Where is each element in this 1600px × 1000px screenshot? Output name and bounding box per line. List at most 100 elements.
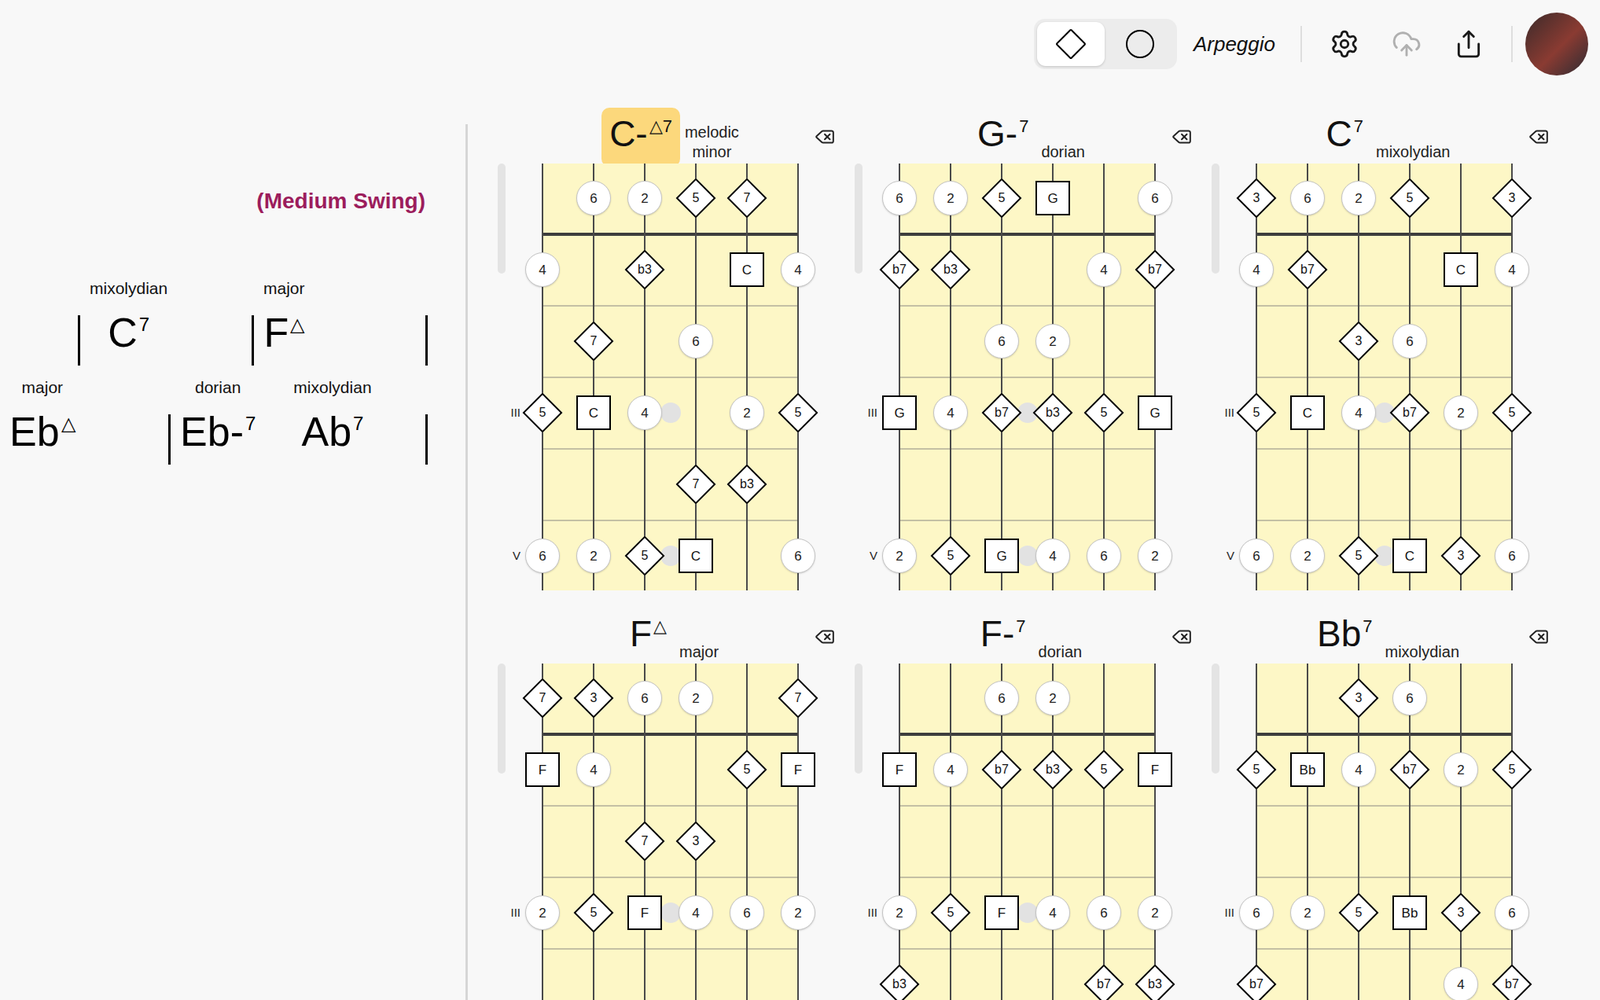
toolbar-button[interactable] — [1445, 20, 1493, 68]
string-line — [1460, 163, 1462, 591]
close-button[interactable] — [1524, 122, 1553, 151]
close-button[interactable] — [1167, 622, 1196, 652]
fret-line — [899, 948, 1155, 950]
diamond-marker: b7 — [984, 752, 1019, 788]
slide-dot — [1017, 902, 1038, 924]
scale-diagram: Bb7mixolydianIII365Bb4b725625Bb36b74b7 — [1211, 610, 1569, 1000]
slide-dot — [1017, 545, 1038, 567]
diamond-marker: b7 — [1494, 967, 1530, 1000]
circle-marker: 6 — [1494, 538, 1530, 574]
circle-marker: 4 — [627, 395, 663, 431]
string-line — [746, 663, 748, 1000]
scrollbar[interactable] — [1211, 163, 1220, 274]
diamond-marker: b7 — [1086, 967, 1122, 1000]
root-marker: C — [1392, 538, 1428, 574]
string-line — [1103, 163, 1105, 591]
circle-marker: 4 — [678, 895, 714, 931]
style-label: (Medium Swing) — [256, 187, 426, 216]
fret-label: III — [853, 904, 878, 921]
diamond-marker: 7 — [627, 823, 663, 859]
diamond-marker: b3 — [933, 252, 968, 287]
string-line — [695, 163, 697, 591]
fret-line — [542, 805, 799, 807]
circle-marker: 6 — [1239, 538, 1274, 574]
root-marker: G — [984, 538, 1019, 574]
close-button[interactable] — [1167, 122, 1196, 151]
chord-symbol: C-△7 — [609, 113, 673, 155]
root-marker: C — [678, 538, 714, 574]
string-line — [1103, 663, 1105, 1000]
close-button[interactable] — [810, 122, 839, 151]
circle-marker: 6 — [1392, 680, 1428, 716]
circle-marker: 4 — [1341, 395, 1376, 431]
string-line — [1051, 163, 1054, 591]
fret-line — [542, 448, 799, 450]
diamond-marker: b3 — [1035, 395, 1071, 431]
close-button[interactable] — [810, 622, 839, 652]
circle-marker: 6 — [1494, 895, 1530, 931]
string-line — [1511, 163, 1513, 591]
chord-symbol: C7 — [107, 310, 150, 363]
shape-toggle-button[interactable] — [1037, 22, 1105, 67]
diagram-title[interactable]: C-△7 — [601, 107, 681, 167]
fretboard: IIIV625G6b7b34b762G4b7b35G25G462 — [899, 163, 1155, 591]
circle-marker: 2 — [1290, 895, 1325, 931]
scrollbar[interactable] — [497, 163, 506, 274]
root-marker: F — [525, 752, 560, 788]
barline — [425, 414, 428, 465]
chart-chord[interactable]: majorEb△ — [9, 376, 76, 462]
fret-line — [899, 519, 1155, 522]
string-line — [1306, 163, 1309, 591]
chart-chord[interactable]: mixolydianAb7 — [293, 376, 372, 462]
toolbar-divider — [1300, 25, 1303, 63]
mode-label[interactable]: Arpeggio — [1193, 30, 1276, 58]
fret-label: III — [1210, 404, 1235, 421]
fret-line — [1256, 519, 1512, 522]
fret-line — [1256, 876, 1512, 879]
scrollbar[interactable] — [497, 663, 506, 774]
scale-name: mixolydian — [1375, 142, 1450, 162]
circle-marker: 6 — [1137, 180, 1173, 216]
shape-toggle — [1033, 18, 1178, 70]
measure: majorEb△ — [0, 376, 169, 462]
diamond-marker: 5 — [984, 180, 1019, 216]
circle-marker: 6 — [1290, 180, 1325, 216]
diamond-marker: 3 — [678, 823, 714, 859]
circle-marker: 4 — [1443, 967, 1479, 1000]
diagram-title[interactable]: F△ — [621, 607, 675, 667]
chart-chord[interactable]: majorF△ — [263, 277, 306, 363]
diamond-marker: 5 — [780, 395, 816, 431]
diamond-marker: b3 — [1137, 967, 1173, 1000]
circle-marker: 6 — [627, 680, 663, 716]
chord-symbol: G-7 — [977, 113, 1029, 155]
diamond-marker: 5 — [576, 895, 611, 931]
diagram-title[interactable]: Bb7 — [1309, 607, 1381, 667]
diamond-marker: 3 — [1341, 323, 1376, 359]
avatar[interactable] — [1525, 12, 1589, 76]
chart-chord[interactable]: dorianEb-7 — [180, 376, 256, 462]
fret-label: V — [853, 548, 878, 564]
nut — [1256, 232, 1512, 236]
fret-label: III — [496, 404, 521, 421]
main: (Medium Swing)mixolydianC7majorF△majorEb… — [0, 88, 1600, 1000]
toolbar-button[interactable] — [1382, 20, 1431, 68]
scrollbar[interactable] — [854, 663, 863, 774]
scrollbar[interactable] — [1211, 663, 1220, 774]
diagram-title[interactable]: G-7 — [969, 107, 1037, 167]
close-button[interactable] — [1524, 622, 1553, 652]
cloud-upload-icon — [1391, 29, 1422, 59]
diamond-marker: b7 — [882, 252, 917, 287]
string-line — [1460, 663, 1462, 1000]
scale-diagram: F△majorIII73627F45F7325F462 — [497, 610, 855, 1000]
delete-icon — [814, 626, 835, 648]
diagram-title[interactable]: F-7 — [972, 607, 1034, 667]
toolbar-button[interactable] — [1320, 20, 1369, 68]
fret-line — [542, 948, 799, 950]
chart-chord[interactable]: mixolydianC7 — [89, 277, 168, 363]
scrollbar[interactable] — [854, 163, 863, 274]
shape-toggle-button[interactable] — [1106, 22, 1174, 67]
nut — [542, 732, 799, 736]
diagram-title[interactable]: C7 — [1318, 107, 1372, 167]
circle-marker: 2 — [1137, 538, 1173, 574]
fret-line — [542, 519, 799, 522]
